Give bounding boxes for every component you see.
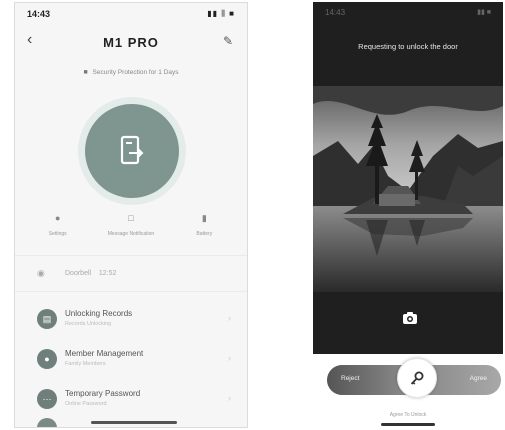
quick-action-label: Settings (48, 231, 67, 237)
slider-hint: Agree To Unlock (389, 412, 427, 418)
request-message: Requesting to unlock the door (358, 42, 458, 51)
camera-feed (313, 86, 503, 292)
doorbell-row[interactable]: ◉ Doorbell 12:52 (15, 265, 247, 285)
unlock-request-screen: 14:43 ▮▮ ■ Requesting to unlock the door (313, 2, 503, 428)
menu-item-partial-icon (37, 418, 57, 427)
doorbell-value: 12:52 (98, 270, 117, 277)
unlock-button-ring (78, 97, 186, 205)
doorbell-label: Doorbell (65, 270, 92, 277)
menu-item-unlocking-records[interactable]: ▤ Unlocking Records Records Unlocking › (15, 301, 247, 339)
menu-item-title: Temporary Password (65, 389, 141, 398)
battery-icon: ▮ (201, 213, 207, 223)
message-icon: □ (128, 213, 134, 223)
chevron-right-icon: › (228, 313, 231, 323)
quick-action-label: Message Notification (107, 231, 155, 237)
menu-item-temporary-password[interactable]: ⋯ Temporary Password Online Password › (15, 381, 247, 419)
quick-action-message[interactable]: □ Message Notification (96, 213, 166, 247)
agree-label[interactable]: Agree (470, 375, 487, 382)
door-icon (120, 135, 144, 165)
records-icon: ▤ (37, 309, 57, 329)
member-icon: ● (37, 349, 57, 369)
unlock-button[interactable] (85, 104, 179, 198)
camera-icon[interactable] (403, 312, 417, 324)
slider-handle[interactable] (397, 358, 437, 398)
status-time: 14:43 (325, 8, 346, 17)
shield-icon: ■ (83, 69, 88, 76)
status-bar: 14:43 ▮▮ ⫼ ■ (15, 3, 247, 25)
menu-item-title: Member Management (65, 349, 144, 358)
divider (15, 255, 247, 256)
security-status-text: Security Protection for 1 Days (92, 69, 179, 76)
reject-label[interactable]: Reject (341, 375, 359, 382)
chevron-right-icon: › (228, 393, 231, 403)
bell-icon: ◉ (37, 268, 45, 278)
menu-item-subtitle: Records Unlocking (65, 321, 112, 327)
chevron-right-icon: › (228, 353, 231, 363)
page-title: M1 PRO (103, 35, 159, 50)
quick-action-battery[interactable]: ▮ Battery (169, 213, 239, 247)
password-icon: ⋯ (37, 389, 57, 409)
dark-panel: 14:43 ▮▮ ■ Requesting to unlock the door (313, 2, 503, 354)
status-icons: ▮▮ ■ (477, 9, 491, 16)
unlock-slider[interactable]: Reject Agree (327, 358, 501, 398)
quick-action-label: Battery (196, 231, 213, 237)
home-indicator[interactable] (381, 423, 435, 426)
divider (15, 291, 247, 292)
status-time: 14:43 (27, 9, 51, 19)
menu-item-member-management[interactable]: ● Member Management Family Members › (15, 341, 247, 379)
key-icon (410, 371, 424, 385)
menu-item-title: Unlocking Records (65, 309, 133, 318)
doorbell-text: Doorbell 12:52 (65, 270, 116, 277)
camera-image (313, 86, 503, 292)
lock-home-screen: 14:43 ▮▮ ⫼ ■ ‹ M1 PRO ✎ ■ Security Prote… (14, 2, 248, 428)
security-status: ■ Security Protection for 1 Days (15, 69, 247, 76)
user-icon: ● (54, 213, 61, 223)
menu-item-subtitle: Family Members (65, 361, 106, 367)
status-icons: ▮▮ ⫼ ■ (207, 9, 235, 18)
home-indicator[interactable] (91, 421, 177, 424)
quick-actions: ● Settings □ Message Notification ▮ Batt… (15, 213, 247, 247)
quick-action-settings[interactable]: ● Settings (23, 213, 93, 247)
menu-item-subtitle: Online Password (65, 401, 107, 407)
edit-icon[interactable]: ✎ (223, 34, 233, 48)
nav-bar: ‹ M1 PRO ✎ (15, 29, 247, 55)
